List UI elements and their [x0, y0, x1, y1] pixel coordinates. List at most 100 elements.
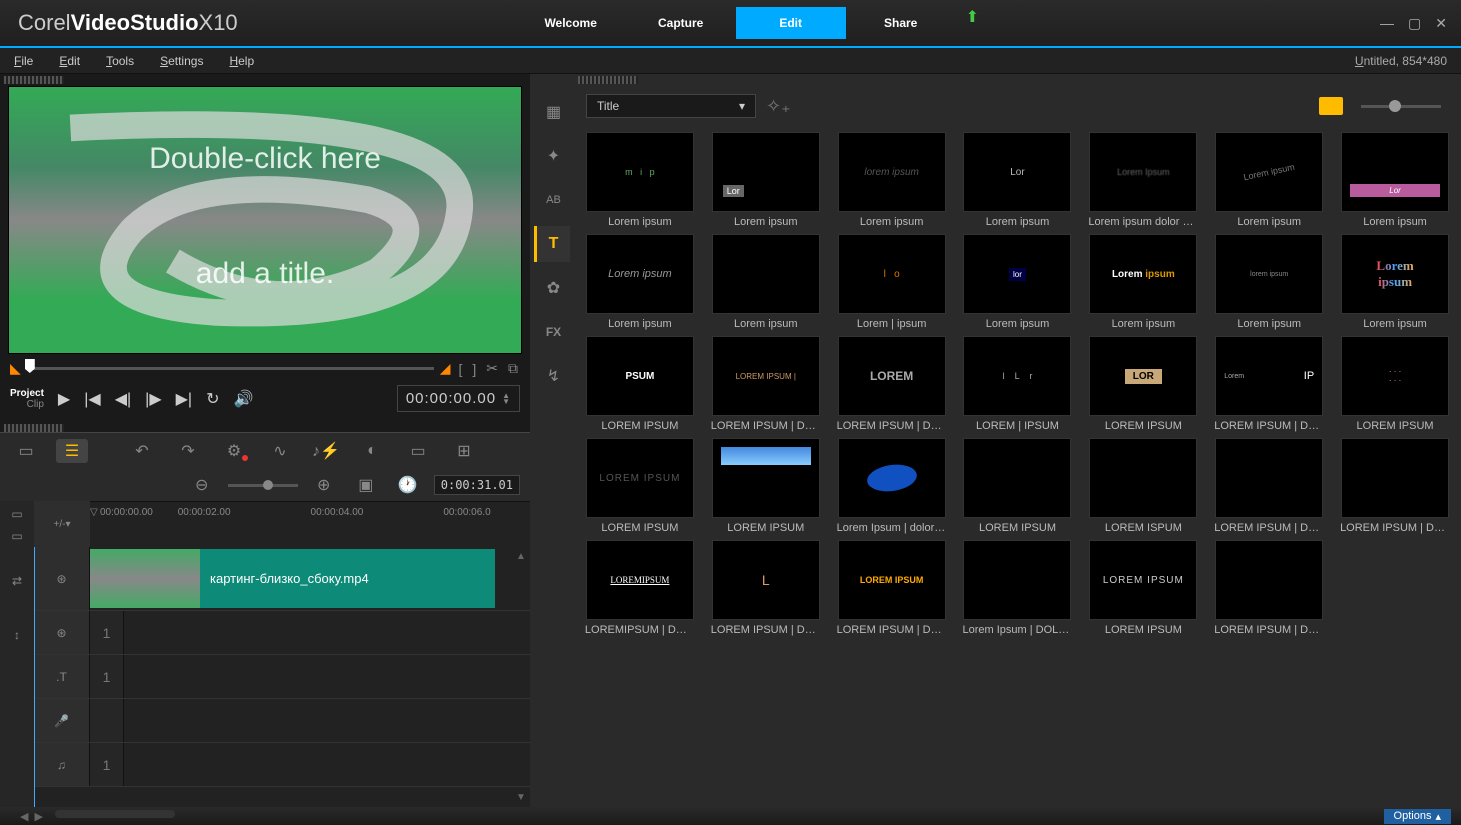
title-preset-item[interactable]: LorLorem ipsum: [960, 132, 1076, 228]
scroll-up-icon[interactable]: ▲: [516, 551, 526, 562]
title-preset-item[interactable]: LOREM IPSUM | DOL…: [1211, 540, 1327, 636]
subtitle-button[interactable]: ▭: [402, 439, 434, 463]
loop-button[interactable]: ↻: [202, 387, 223, 411]
title-preset-item[interactable]: LOREM IPSUM: [960, 438, 1076, 534]
title-preset-item[interactable]: LOREM IPSUMLOREM IPSUM: [1085, 540, 1201, 636]
tab-capture[interactable]: Capture: [626, 7, 736, 39]
panel-grip[interactable]: [578, 76, 638, 84]
title-preset-item[interactable]: LOREMIPSUMLOREMIPSUM | DOLO…: [582, 540, 698, 636]
track-add-menu[interactable]: +/- ▾: [34, 501, 90, 547]
title-preset-item[interactable]: LOREM IPSUM: [708, 438, 824, 534]
title-preset-item[interactable]: lorLorem ipsum: [960, 234, 1076, 330]
tab-share[interactable]: Share: [846, 7, 956, 39]
title-preset-item[interactable]: LorLorem ipsum: [1337, 132, 1453, 228]
timeline-view-button[interactable]: ☰: [56, 439, 88, 463]
thumbnail-view-button[interactable]: [1319, 97, 1343, 115]
title-preset-item[interactable]: LOREM IPSUMLOREM IPSUM | DOL…: [834, 540, 950, 636]
title-preset-item[interactable]: Lorem ipsumLorem ipsum: [582, 234, 698, 330]
video-track-icon[interactable]: ⊛: [34, 547, 90, 610]
auto-music-button[interactable]: ♪⚡: [310, 439, 342, 463]
tab-edit[interactable]: Edit: [736, 7, 846, 39]
zoom-out-button[interactable]: ⊖: [186, 473, 218, 497]
music-track-icon[interactable]: ♫: [34, 743, 90, 786]
scrub-track[interactable]: [27, 367, 434, 370]
title-preset-item[interactable]: IPLoremLOREM IPSUM | DOL…: [1211, 336, 1327, 432]
title-preset-item[interactable]: LoremipsumLorem ipsum: [1337, 234, 1453, 330]
library-fastflick-tab[interactable]: ✦: [534, 138, 570, 174]
title-preset-item[interactable]: LOREMLOREM IPSUM | DOL…: [834, 336, 950, 432]
title-track-icon[interactable]: .T: [34, 655, 90, 698]
zoom-in-button[interactable]: ⊕: [308, 473, 340, 497]
overlay-track-icon[interactable]: ⊛: [34, 611, 90, 654]
clock-icon[interactable]: 🕐: [392, 473, 424, 497]
undo-button[interactable]: ↶: [126, 439, 158, 463]
timecode-spinner[interactable]: ▲▼: [502, 393, 511, 405]
title-preset-item[interactable]: LorLorem ipsum: [708, 132, 824, 228]
zoom-slider[interactable]: [228, 484, 298, 487]
menu-help[interactable]: Help: [229, 54, 254, 68]
favorite-add-icon[interactable]: ✧₊: [766, 96, 791, 117]
menu-tools[interactable]: Tools: [106, 54, 134, 68]
next-frame-button[interactable]: |▶: [141, 387, 165, 411]
h-scrollbar[interactable]: [55, 810, 175, 818]
library-graphic-tab[interactable]: ✿: [534, 270, 570, 306]
menu-file[interactable]: File: [14, 54, 33, 68]
end-button[interactable]: ▶|: [172, 387, 196, 411]
panel-grip[interactable]: [4, 76, 64, 84]
timeline-ruler[interactable]: ▽00:00:00.00 00:00:02.00 00:00:04.00 00:…: [90, 501, 530, 523]
volume-button[interactable]: 🔊: [230, 387, 258, 411]
storyboard-view-button[interactable]: ▭: [10, 439, 42, 463]
track-view-2-icon[interactable]: ▭: [0, 525, 34, 547]
title-preset-item[interactable]: Lorem ipsumLorem ipsum: [1085, 234, 1201, 330]
project-duration[interactable]: 0:00:31.01: [434, 475, 520, 495]
title-preset-item[interactable]: lorem ipsumLorem ipsum: [1211, 234, 1327, 330]
scroll-right-icon[interactable]: ▶: [34, 810, 42, 823]
play-button[interactable]: ▶: [54, 387, 74, 411]
audio-mixer-button[interactable]: ∿: [264, 439, 296, 463]
track-insert-icon[interactable]: ↕: [0, 613, 34, 657]
scroll-left-icon[interactable]: ◀: [20, 810, 28, 823]
title-preset-item[interactable]: Lorem Ipsum | dolor sit …: [834, 438, 950, 534]
title-preset-item[interactable]: PSUMLOREM IPSUM: [582, 336, 698, 432]
title-preset-item[interactable]: LOREM IPSUM | DOL…: [1337, 438, 1453, 534]
menu-edit[interactable]: Edit: [59, 54, 80, 68]
title-preset-item[interactable]: LOREM IPSUMLOREM IPSUM: [582, 438, 698, 534]
upload-icon[interactable]: ⬆: [966, 7, 979, 39]
fit-button[interactable]: ▣: [350, 473, 382, 497]
title-preset-item[interactable]: LOREM IPSUM | DOL…: [1211, 438, 1327, 534]
title-preset-item[interactable]: LORLOREM IPSUM: [1085, 336, 1201, 432]
category-select[interactable]: Title▾: [586, 94, 756, 118]
voice-track-icon[interactable]: 🎤: [34, 699, 90, 742]
record-button[interactable]: ⚙: [218, 439, 250, 463]
library-path-tab[interactable]: ↯: [534, 358, 570, 394]
multi-view-button[interactable]: ⊞: [448, 439, 480, 463]
home-button[interactable]: |◀: [80, 387, 104, 411]
title-preset-item[interactable]: LLOREM IPSUM | DOL…: [708, 540, 824, 636]
track-view-1-icon[interactable]: ▭: [0, 503, 34, 525]
panel-grip[interactable]: [4, 424, 64, 432]
title-preset-item[interactable]: LOREM IPSUM |LOREM IPSUM | DOL…: [708, 336, 824, 432]
title-preset-item[interactable]: LOREM ISPUM: [1085, 438, 1201, 534]
menu-settings[interactable]: Settings: [160, 54, 203, 68]
cut-icon[interactable]: ✂: [484, 360, 500, 377]
title-preset-item[interactable]: Lorem Ipsum | DOLOR …: [960, 540, 1076, 636]
title-preset-item[interactable]: lorem ipsumLorem ipsum: [834, 132, 950, 228]
title-preset-item[interactable]: · · ·· · ·LOREM IPSUM: [1337, 336, 1453, 432]
title-preset-item[interactable]: l oLorem | ipsum: [834, 234, 950, 330]
timeline-clip[interactable]: картинг-близко_сбоку.mp4: [90, 549, 495, 608]
minimize-icon[interactable]: —: [1380, 15, 1394, 32]
maximize-icon[interactable]: ▢: [1408, 15, 1421, 32]
prev-frame-button[interactable]: ◀|: [111, 387, 135, 411]
play-mode-toggle[interactable]: Project Clip: [10, 388, 44, 410]
bracket-in-icon[interactable]: [: [456, 361, 464, 377]
thumbnail-size-slider[interactable]: [1361, 105, 1441, 108]
scroll-down-icon[interactable]: ▼: [516, 792, 526, 803]
options-button[interactable]: Options ▴: [1384, 809, 1451, 824]
motion-button[interactable]: ◐: [356, 439, 388, 463]
expand-icon[interactable]: ⧉: [506, 360, 520, 377]
bracket-out-icon[interactable]: ]: [470, 361, 478, 377]
redo-button[interactable]: ↷: [172, 439, 204, 463]
preview-panel[interactable]: Double-click here add a title.: [8, 86, 522, 354]
track-insert-icon[interactable]: ⇄: [0, 549, 34, 613]
library-transition-tab[interactable]: AB: [534, 182, 570, 218]
